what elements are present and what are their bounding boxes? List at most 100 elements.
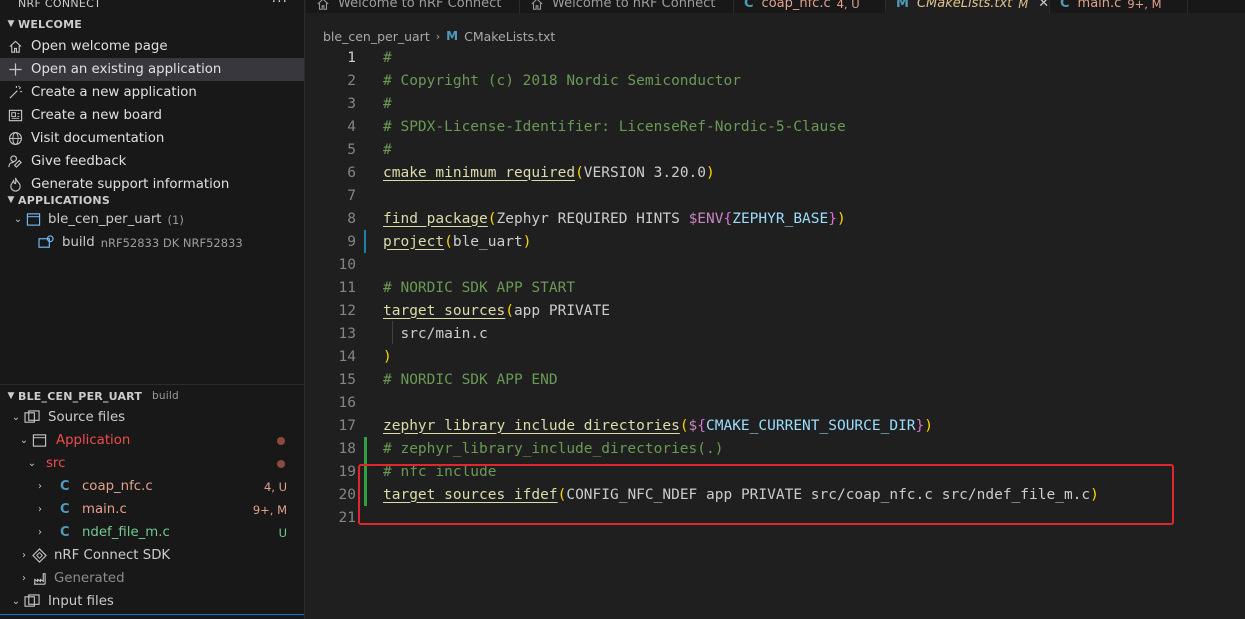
tab-label: coap_nfc.c bbox=[761, 0, 831, 11]
code-line: 13 src/main.c bbox=[306, 322, 1245, 345]
line-number: 9 bbox=[347, 233, 356, 250]
chevron-down-icon: ▼ bbox=[7, 19, 15, 29]
create-new-board-label: Create a new board bbox=[31, 108, 162, 123]
line-number: 3 bbox=[347, 95, 356, 112]
application-folder-item[interactable]: ⌄ Application bbox=[0, 429, 304, 452]
details-section-header[interactable]: ▼ BLE_CEN_PER_UART build bbox=[0, 386, 304, 406]
open-existing-application-item[interactable]: Open an existing application bbox=[0, 58, 304, 81]
give-feedback-label: Give feedback bbox=[31, 154, 127, 169]
file-badge: U bbox=[278, 525, 287, 540]
code-text: zephyr_library_include_directories(${CMA… bbox=[383, 417, 933, 434]
chevron-right-icon: › bbox=[22, 573, 26, 584]
code-text: ) bbox=[383, 348, 392, 365]
line-number: 12 bbox=[338, 302, 356, 319]
input-files-item[interactable]: ⌄ Input files bbox=[0, 590, 304, 613]
close-icon[interactable]: ✕ bbox=[1038, 0, 1049, 11]
chevron-down-icon: ⌄ bbox=[11, 596, 21, 607]
breadcrumb-file[interactable]: CMakeLists.txt bbox=[464, 29, 555, 44]
tab-label: main.c bbox=[1077, 0, 1122, 11]
line-number: 4 bbox=[347, 118, 356, 135]
tab-status: 4, U bbox=[836, 0, 860, 11]
chevron-down-icon: ⌄ bbox=[27, 458, 37, 469]
visit-documentation-item[interactable]: Visit documentation bbox=[0, 127, 304, 150]
chevron-down-icon: ▼ bbox=[7, 391, 15, 401]
breadcrumb: ble_cen_per_uart › M CMakeLists.txt bbox=[306, 25, 1245, 47]
src-folder-item[interactable]: ⌄ src bbox=[0, 452, 304, 475]
line-number: 16 bbox=[338, 394, 356, 411]
code-line: 2 # Copyright (c) 2018 Nordic Semiconduct… bbox=[306, 69, 1245, 92]
generate-support-info-label: Generate support information bbox=[31, 177, 230, 192]
line-number: 21 bbox=[338, 509, 356, 526]
code-text: # bbox=[383, 49, 392, 66]
file-item-main[interactable]: › C main.c 9+, M bbox=[0, 498, 304, 521]
create-new-application-item[interactable]: Create a new application bbox=[0, 81, 304, 104]
tab-cmakelists[interactable]: M CMakeLists.txt M ✕ bbox=[886, 0, 1050, 13]
file-item-coap-nfc[interactable]: › C coap_nfc.c 4, U bbox=[0, 475, 304, 498]
code-line: 7 bbox=[306, 184, 1245, 207]
build-tree-item[interactable]: build nRF52833 DK NRF52833 bbox=[0, 231, 304, 254]
file-item-ndef[interactable]: › C ndef_file_m.c U bbox=[0, 521, 304, 544]
line-number: 6 bbox=[347, 164, 356, 181]
sdk-item[interactable]: › nRF Connect SDK bbox=[0, 544, 304, 567]
code-text: project(ble_uart) bbox=[383, 233, 532, 250]
sdk-icon bbox=[32, 548, 54, 563]
added-gutter-marker bbox=[364, 437, 367, 460]
applications-section-header[interactable]: ▼ APPLICATIONS bbox=[0, 192, 304, 208]
line-number: 15 bbox=[338, 371, 356, 388]
modified-gutter-marker bbox=[364, 230, 366, 253]
welcome-section-header[interactable]: ▼ WELCOME bbox=[0, 13, 304, 35]
code-text: find_package(Zephyr REQUIRED HINTS $ENV{… bbox=[383, 210, 846, 227]
home-icon bbox=[530, 0, 544, 11]
tab-main[interactable]: C main.c 9+, M bbox=[1050, 0, 1188, 13]
build-label: build bbox=[62, 235, 95, 250]
code-text: # bbox=[383, 95, 392, 112]
file-name: coap_nfc.c bbox=[82, 479, 153, 494]
chevron-down-icon: ⌄ bbox=[19, 435, 29, 446]
chevron-down-icon: ⌄ bbox=[11, 412, 21, 423]
code-line: 4 # SPDX-License-Identifier: LicenseRef-N… bbox=[306, 115, 1245, 138]
code-line: 18 # zephyr_library_include_directories(.… bbox=[306, 437, 1245, 460]
magic-wand-icon bbox=[8, 85, 31, 100]
application-folder-label: Application bbox=[56, 433, 131, 448]
line-number: 17 bbox=[338, 417, 356, 434]
home-icon bbox=[8, 39, 31, 54]
give-feedback-item[interactable]: Give feedback bbox=[0, 150, 304, 173]
c-file-icon: C bbox=[744, 0, 754, 11]
code-line: 5 # bbox=[306, 138, 1245, 161]
code-text: # Copyright (c) 2018 Nordic Semiconducto… bbox=[383, 72, 741, 89]
focus-row-edge bbox=[0, 614, 304, 619]
tab-status: M bbox=[1018, 0, 1029, 11]
details-panel: ▼ BLE_CEN_PER_UART build ⌄ Source files … bbox=[0, 386, 304, 613]
code-line: 17 zephyr_library_include_directories(${C… bbox=[306, 414, 1245, 437]
input-files-label: Input files bbox=[48, 594, 114, 609]
generated-item[interactable]: › Generated bbox=[0, 567, 304, 590]
code-text: target_sources(app PRIVATE bbox=[383, 302, 610, 319]
breadcrumb-folder[interactable]: ble_cen_per_uart bbox=[323, 29, 430, 44]
code-line: 1 # bbox=[306, 46, 1245, 69]
tab-welcome-2[interactable]: Welcome to nRF Connect bbox=[520, 0, 734, 13]
application-tree-item[interactable]: ⌄ ble_cen_per_uart (1) bbox=[0, 208, 304, 231]
code-editor[interactable]: 1 # 2 # Copyright (c) 2018 Nordic Semicond… bbox=[306, 46, 1245, 529]
line-number: 19 bbox=[338, 463, 356, 480]
line-number: 5 bbox=[347, 141, 356, 158]
sdk-label: nRF Connect SDK bbox=[54, 548, 171, 563]
tab-coap-nfc[interactable]: C coap_nfc.c 4, U bbox=[734, 0, 886, 13]
code-line: 3 # bbox=[306, 92, 1245, 115]
more-actions-icon[interactable]: ··· bbox=[272, 0, 288, 10]
build-config-icon bbox=[38, 235, 62, 250]
create-new-board-item[interactable]: Create a new board bbox=[0, 104, 304, 127]
sidebar: NRF CONNECT ··· ▼ WELCOME Open welcome p… bbox=[0, 0, 305, 619]
src-folder-label: src bbox=[46, 456, 66, 471]
c-file-icon: C bbox=[60, 525, 70, 540]
code-text: # SPDX-License-Identifier: LicenseRef-No… bbox=[383, 118, 846, 135]
details-section-title: BLE_CEN_PER_UART bbox=[18, 389, 143, 403]
generated-icon bbox=[32, 571, 54, 586]
chevron-right-icon: › bbox=[22, 550, 26, 561]
source-files-item[interactable]: ⌄ Source files bbox=[0, 406, 304, 429]
code-line: 12 target_sources(app PRIVATE bbox=[306, 299, 1245, 322]
globe-icon bbox=[8, 131, 31, 146]
tab-welcome-1[interactable]: Welcome to nRF Connect bbox=[306, 0, 520, 13]
open-welcome-page-item[interactable]: Open welcome page bbox=[0, 35, 304, 58]
c-file-icon: C bbox=[60, 479, 70, 494]
code-line: 15 # NORDIC SDK APP END bbox=[306, 368, 1245, 391]
